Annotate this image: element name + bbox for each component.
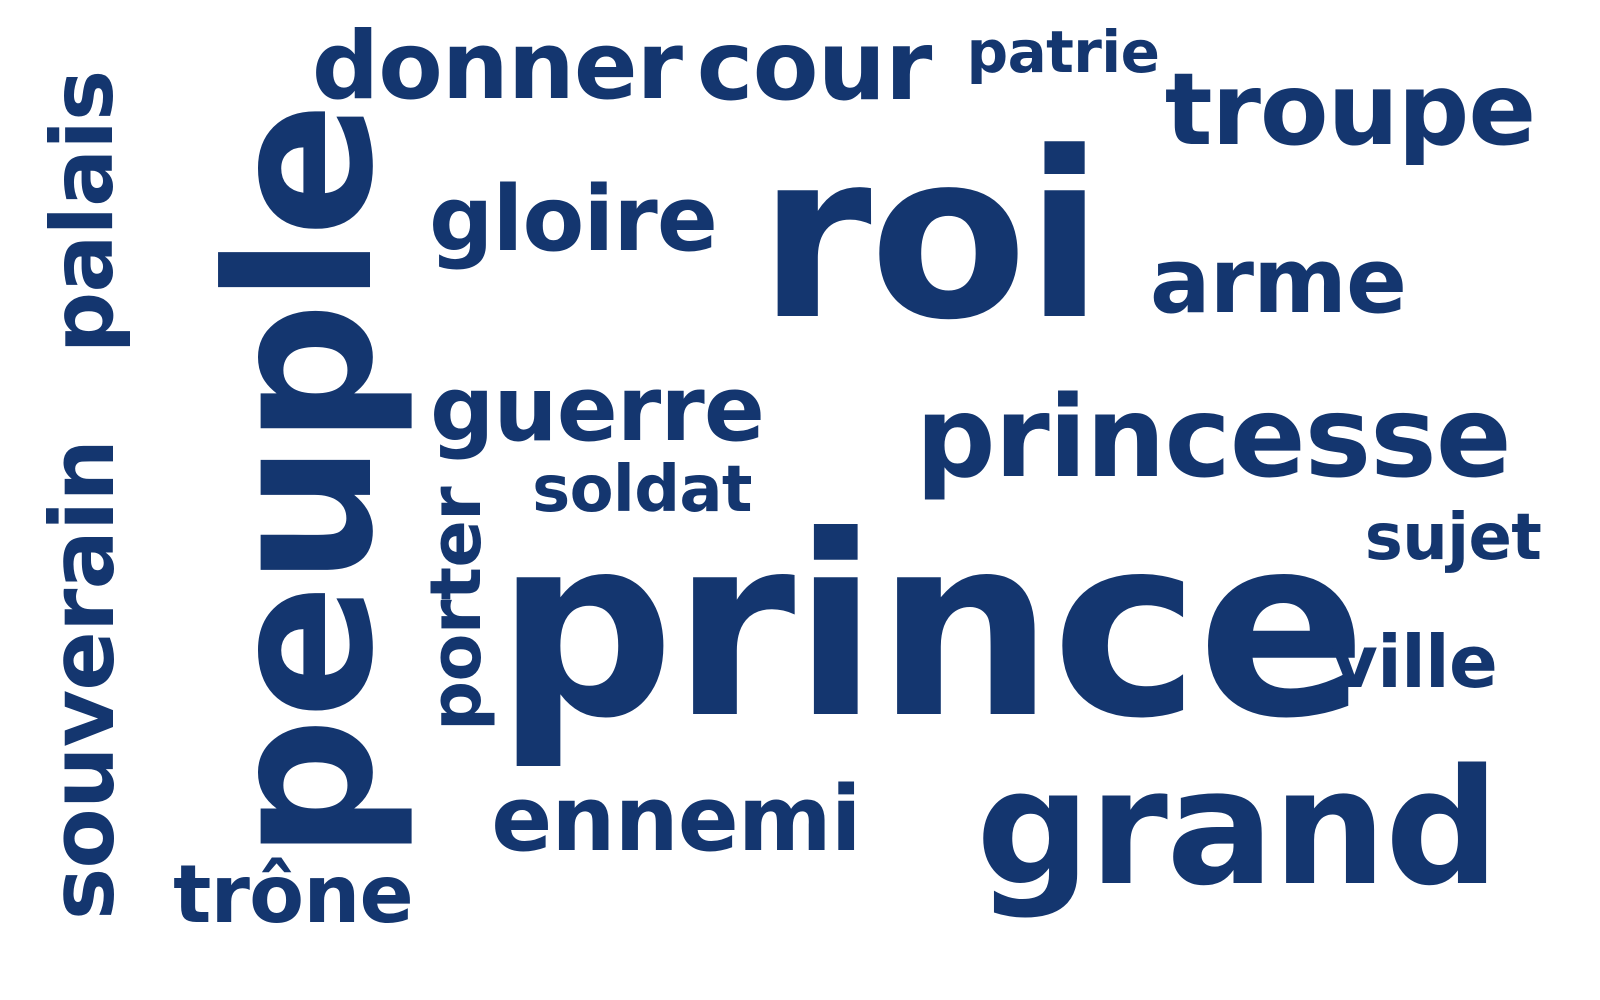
word-troupe: troupe — [1164, 51, 1536, 168]
word-roi: roi — [758, 104, 1104, 371]
word-soldat: soldat — [532, 453, 752, 527]
word-guerre: guerre — [430, 357, 765, 462]
word-cloud: prince roi peuple grand princesse troupe… — [0, 0, 1600, 1000]
word-souverain: souverain — [31, 439, 134, 921]
word-peuple: peuple — [185, 103, 418, 861]
word-donner: donner — [311, 12, 683, 121]
word-gloire: gloire — [429, 167, 718, 272]
word-prince: prince — [495, 482, 1367, 773]
word-trone: trône — [173, 848, 414, 941]
word-porter: porter — [415, 487, 497, 731]
word-ville: ville — [1330, 620, 1498, 704]
word-grand: grand — [976, 734, 1499, 921]
word-ennemi: ennemi — [491, 767, 861, 872]
word-palais: palais — [33, 70, 133, 354]
word-arme: arme — [1149, 229, 1407, 334]
word-patrie: patrie — [966, 18, 1160, 86]
word-cour: cour — [696, 10, 933, 122]
word-princesse: princesse — [915, 373, 1511, 503]
word-sujet: sujet — [1364, 501, 1542, 575]
